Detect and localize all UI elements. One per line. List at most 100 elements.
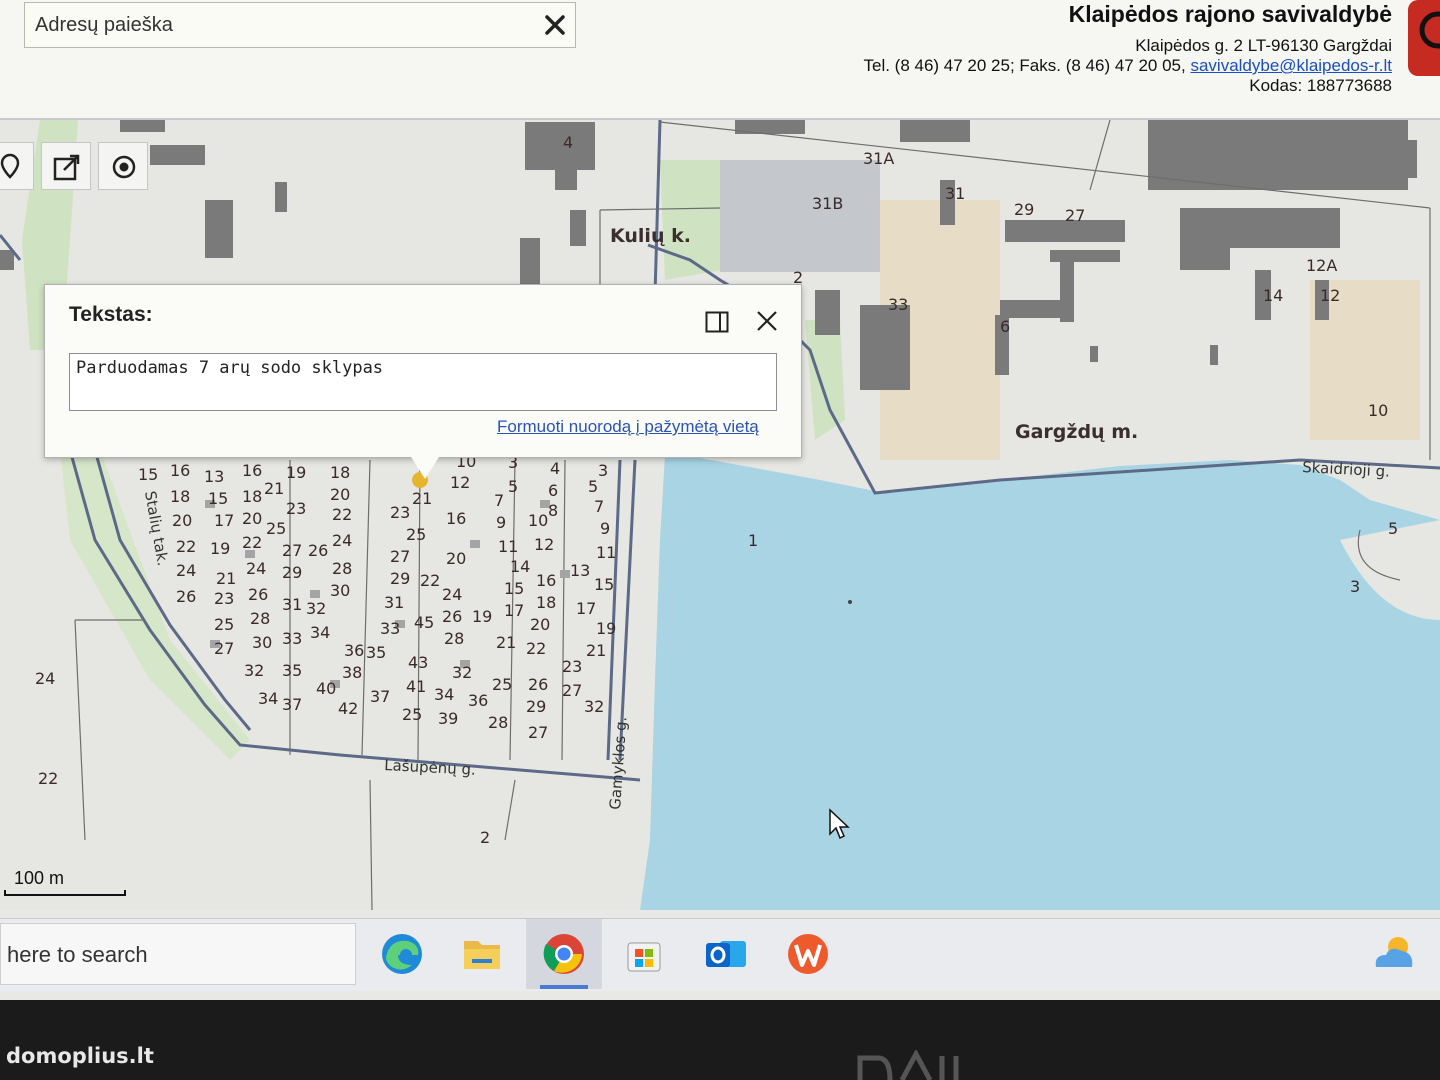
garden-plot-number: 30 — [252, 633, 272, 652]
garden-plot-number: 22 — [332, 505, 352, 524]
close-icon[interactable] — [543, 13, 567, 37]
house-number: 3 — [1350, 577, 1360, 596]
garden-plot-number: 34 — [310, 623, 330, 642]
taskbar-search[interactable]: here to search — [0, 923, 356, 985]
close-icon[interactable] — [755, 309, 779, 333]
garden-plot-number: 29 — [526, 697, 546, 716]
garden-plot-number: 18 — [536, 593, 556, 612]
garden-plot-number: 16 — [446, 509, 466, 528]
garden-plot-number: 35 — [366, 643, 386, 662]
garden-plot-number: 4 — [550, 459, 560, 478]
garden-plot-number: 21 — [496, 633, 516, 652]
garden-plot-number: 26 — [528, 675, 548, 694]
garden-plot-number: 43 — [408, 653, 428, 672]
place-label-gargzdu: Gargždų m. — [1015, 421, 1138, 443]
screen: Klaipėdos rajono savivaldybė Klaipėdos g… — [0, 0, 1440, 1000]
garden-plot-number: 28 — [332, 559, 352, 578]
garden-plot-number: 11 — [596, 543, 616, 562]
municipality-info: Klaipėdos rajono savivaldybė Klaipėdos g… — [863, 0, 1392, 96]
taskbar: here to search — [0, 918, 1440, 991]
garden-plot-number: 20 — [242, 509, 262, 528]
mouse-cursor-icon — [829, 808, 850, 840]
garden-plot-number: 36 — [468, 691, 488, 710]
garden-plot-number: 29 — [282, 563, 302, 582]
garden-plot-number: 32 — [584, 697, 604, 716]
garden-plot-number: 27 — [528, 723, 548, 742]
garden-plot-number: 17 — [504, 601, 524, 620]
garden-plot-number: 13 — [204, 467, 224, 486]
garden-plot-number: 36 — [344, 641, 364, 660]
garden-plot-number: 33 — [380, 619, 400, 638]
garden-plot-number: 18 — [242, 487, 262, 506]
municipality-address: Klaipėdos g. 2 LT-96130 Gargždai — [1135, 36, 1392, 55]
store-icon[interactable] — [618, 929, 670, 979]
map-canvas[interactable]: 4 31A 31B 31 29 27 2 33 6 12A 14 12 10 5… — [0, 120, 1440, 910]
garden-plot-number: 26 — [308, 541, 328, 560]
active-app-indicator — [540, 985, 588, 989]
popup-text-input[interactable]: Parduodamas 7 arų sodo sklypas — [69, 353, 777, 411]
garden-plot-number: 27 — [282, 541, 302, 560]
garden-plot-number: 19 — [210, 539, 230, 558]
garden-plot-number: 12 — [450, 473, 470, 492]
file-explorer-icon[interactable] — [456, 929, 508, 979]
garden-plot-number: 26 — [442, 607, 462, 626]
address-search-input[interactable] — [33, 9, 537, 41]
outlook-icon[interactable] — [700, 929, 752, 979]
wps-office-icon[interactable] — [782, 929, 834, 979]
share-tool-button[interactable] — [41, 142, 91, 190]
garden-plot-number: 29 — [390, 569, 410, 588]
garden-plot-number: 11 — [498, 537, 518, 556]
garden-plot-number: 32 — [306, 599, 326, 618]
garden-plot-number: 22 — [420, 571, 440, 590]
garden-plot-number: 25 — [492, 675, 512, 694]
garden-plot-number: 21 — [264, 479, 284, 498]
garden-plot-number: 28 — [250, 609, 270, 628]
garden-plot-number: 19 — [596, 619, 616, 638]
house-number: 31 — [945, 184, 965, 203]
municipality-email-link[interactable]: savivaldybe@klaipedos-r.lt — [1190, 56, 1392, 75]
address-search — [24, 2, 576, 48]
garden-plot-number: 20 — [530, 615, 550, 634]
house-number: 12 — [1320, 286, 1340, 305]
garden-plot-number: 42 — [338, 699, 358, 718]
garden-plot-number: 15 — [594, 575, 614, 594]
garden-plot-number: 25 — [266, 519, 286, 538]
generate-link[interactable]: Formuoti nuorodą į pažymėtą vietą — [497, 417, 759, 437]
house-number: 1 — [748, 531, 758, 550]
garden-plot-number: 30 — [330, 581, 350, 600]
garden-plot-number: 22 — [242, 533, 262, 552]
garden-plot-number: 24 — [442, 585, 462, 604]
garden-plot-number: 25 — [214, 615, 234, 634]
marker-tool-button[interactable] — [0, 142, 34, 190]
garden-plot-number: 27 — [562, 681, 582, 700]
edge-icon[interactable] — [376, 929, 428, 979]
house-number: 12A — [1306, 256, 1337, 275]
garden-plot-number: 9 — [600, 519, 610, 538]
garden-plot-number: 7 — [494, 491, 504, 510]
garden-plot-number: 23 — [562, 657, 582, 676]
locate-tool-button[interactable] — [98, 142, 148, 190]
map-view[interactable]: 4 31A 31B 31 29 27 2 33 6 12A 14 12 10 5… — [0, 120, 1440, 910]
garden-plot-number: 5 — [508, 477, 518, 496]
municipality-code: Kodas: 188773688 — [1249, 76, 1392, 95]
garden-plot-number: 3 — [598, 461, 608, 480]
house-number: 31A — [863, 149, 894, 168]
garden-plot-number: 24 — [332, 531, 352, 550]
garden-plot-number: 21 — [586, 641, 606, 660]
garden-plot-number: 26 — [248, 585, 268, 604]
garden-plot-number: 24 — [246, 559, 266, 578]
expand-icon[interactable] — [705, 311, 729, 333]
garden-plot-number: 31 — [384, 593, 404, 612]
garden-plot-number: 18 — [330, 463, 350, 482]
garden-plot-number: 37 — [282, 695, 302, 714]
garden-plot-number: 15 — [138, 465, 158, 484]
garden-plot-number: 16 — [170, 461, 190, 480]
municipality-contacts: Tel. (8 46) 47 20 25; Faks. (8 46) 47 20… — [863, 56, 1392, 76]
garden-plot-number: 13 — [570, 561, 590, 580]
garden-plot-number: 21 — [412, 489, 432, 508]
garden-plot-number: 27 — [214, 639, 234, 658]
garden-plot-number: 45 — [414, 613, 434, 632]
weather-icon[interactable] — [1368, 931, 1418, 975]
chrome-icon[interactable] — [538, 929, 590, 979]
house-number: 31B — [812, 194, 843, 213]
